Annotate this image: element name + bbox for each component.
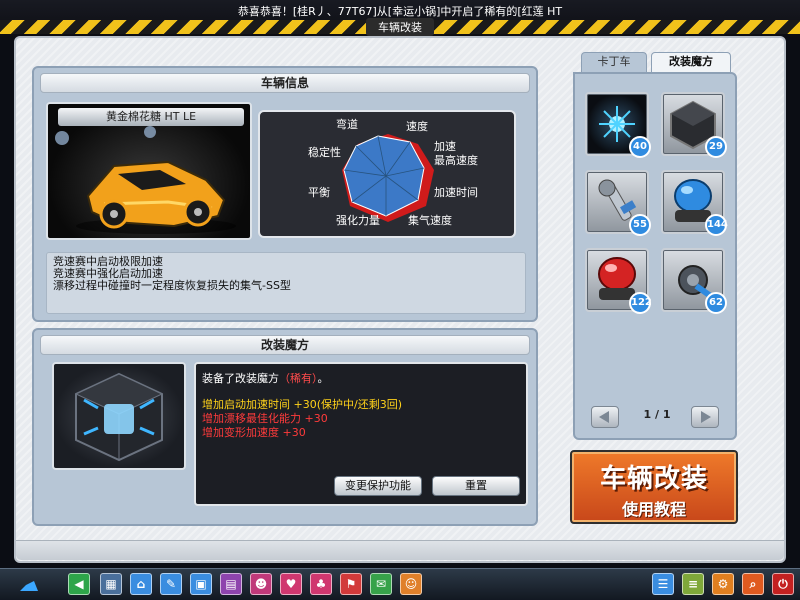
announcement-text: 恭喜恭喜！[桂R丿、77T67]从[幸运小锅]中开启了稀有的[红莲 HT (237, 5, 563, 18)
inventory-slot[interactable]: 55 (585, 170, 651, 236)
radar-label-boost-power: 强化力量 (336, 214, 380, 227)
garage-icon[interactable]: ▤ (220, 573, 242, 595)
tutorial-subtitle: 使用教程 (621, 500, 686, 519)
item-count-badge: 55 (629, 214, 651, 236)
character-icon[interactable]: ☻ (250, 573, 272, 595)
power-icon[interactable]: ⏻ (772, 573, 794, 595)
item-count-badge: 62 (705, 292, 727, 314)
back-arrow-icon[interactable]: ◀ (68, 573, 90, 595)
friends-icon[interactable]: ☺ (400, 573, 422, 595)
radar-chart (342, 134, 434, 222)
team-icon[interactable]: ♣ (310, 573, 332, 595)
vehicle-info-panel: 车辆信息 黄金棉花糖 HT LE 弯道 速度 加速 最高速度 加速时间 集气速度… (32, 66, 538, 322)
bottom-strip (16, 540, 784, 560)
mod-effect: 增加启动加速时间 +30(保护中/还剩3回) (202, 398, 402, 411)
mod-effect-box: 装备了改装魔方（稀有）。 增加启动加速时间 +30(保护中/还剩3回) 增加漂移… (194, 362, 528, 506)
page-indicator: 1 / 1 (643, 408, 671, 421)
item-count-badge: 40 (629, 136, 651, 158)
mod-cube-icon (74, 372, 164, 462)
top-banner: 恭喜恭喜！[桂R丿、77T67]从[幸运小锅]中开启了稀有的[红莲 HT 车辆改… (0, 0, 800, 38)
change-protection-button[interactable]: 变更保护功能 (334, 476, 422, 496)
tools-icon[interactable]: ✎ (160, 573, 182, 595)
home-icon[interactable]: ⌂ (130, 573, 152, 595)
equipped-rarity: （稀有） (279, 372, 318, 385)
tutorial-title: 车辆改装 (599, 464, 708, 494)
shop-icon[interactable]: ▦ (100, 573, 122, 595)
tutorial-button[interactable]: 车辆改装 使用教程 (570, 450, 738, 524)
inventory-slot[interactable]: 29 (661, 92, 727, 158)
vehicle-description: 竞速赛中启动极限加速 竞速赛中强化启动加速 漂移过程中碰撞时一定程度恢复损失的集… (46, 252, 526, 314)
mod-cube-panel: 改装魔方 装备了改装魔方（稀有）。 增加启动加速时间 +30(保护中/还剩3回)… (32, 328, 538, 526)
tab-kart[interactable]: 卡丁车 (581, 52, 647, 72)
search-icon[interactable]: ⌕ (742, 573, 764, 595)
equipped-cube-preview (52, 362, 186, 470)
arrow-right-icon (701, 411, 711, 423)
logo-icon[interactable] (18, 573, 40, 595)
equipped-suffix: 。 (317, 372, 329, 385)
taskbar: ◀ ▦ ⌂ ✎ ▣ ▤ ☻ ♥ ♣ ⚑ ✉ ☺ ☰ ≡ ⚙ ⌕ ⏻ (0, 568, 800, 600)
equipped-prefix: 装备了改装魔方 (202, 372, 279, 385)
item-count-badge: 29 (705, 136, 727, 158)
description-line: 漂移过程中碰撞时一定程度恢复损失的集气-SS型 (53, 279, 291, 292)
radar-label-top-speed: 最高速度 (434, 154, 478, 167)
inventory-slot[interactable]: 144 (661, 170, 728, 236)
previous-page-button[interactable] (591, 406, 619, 428)
next-page-button[interactable] (691, 406, 719, 428)
item-count-badge: 122 (629, 292, 652, 314)
radar-label-accel-time: 加速时间 (434, 186, 478, 199)
inventory-slot[interactable]: 122 (585, 248, 652, 314)
radar-label-corner: 弯道 (336, 118, 358, 131)
mod-effect: 增加变形加速度 +30 (202, 426, 306, 439)
reset-button[interactable]: 重置 (432, 476, 520, 496)
radar-label-balance: 平衡 (308, 186, 330, 199)
arrow-left-icon (599, 411, 609, 423)
list-icon[interactable]: ≡ (682, 573, 704, 595)
window-title: 车辆改装 (366, 18, 434, 36)
card-icon[interactable]: ▣ (190, 573, 212, 595)
vehicle-info-title: 车辆信息 (40, 73, 530, 93)
inventory-slot[interactable]: 62 (661, 248, 727, 314)
flag-icon[interactable]: ⚑ (340, 573, 362, 595)
radar-label-stability: 稳定性 (308, 146, 341, 159)
mod-cube-title: 改装魔方 (40, 335, 530, 355)
notes-icon[interactable]: ☰ (652, 573, 674, 595)
item-count-badge: 144 (705, 214, 728, 236)
radar-label-charge-speed: 集气速度 (408, 214, 452, 227)
mod-effect: 增加漂移最佳化能力 +30 (202, 412, 328, 425)
inventory-slot[interactable]: 40 (585, 92, 651, 158)
car-image (55, 126, 236, 234)
car-preview: 黄金棉花糖 HT LE (46, 102, 252, 240)
stats-radar: 弯道 速度 加速 最高速度 加速时间 集气速度 强化力量 平衡 稳定性 (258, 110, 516, 238)
equipped-text: 装备了改装魔方（稀有）。 (202, 370, 520, 386)
settings-icon[interactable]: ⚙ (712, 573, 734, 595)
hazard-stripe: 车辆改装 (0, 18, 800, 36)
tab-mod-cube[interactable]: 改装魔方 (651, 52, 731, 72)
heart-icon[interactable]: ♥ (280, 573, 302, 595)
mail-icon[interactable]: ✉ (370, 573, 392, 595)
radar-label-speed: 速度 (406, 120, 428, 133)
inventory-panel: 40 29 55 144 122 62 1 / 1 (573, 72, 737, 440)
